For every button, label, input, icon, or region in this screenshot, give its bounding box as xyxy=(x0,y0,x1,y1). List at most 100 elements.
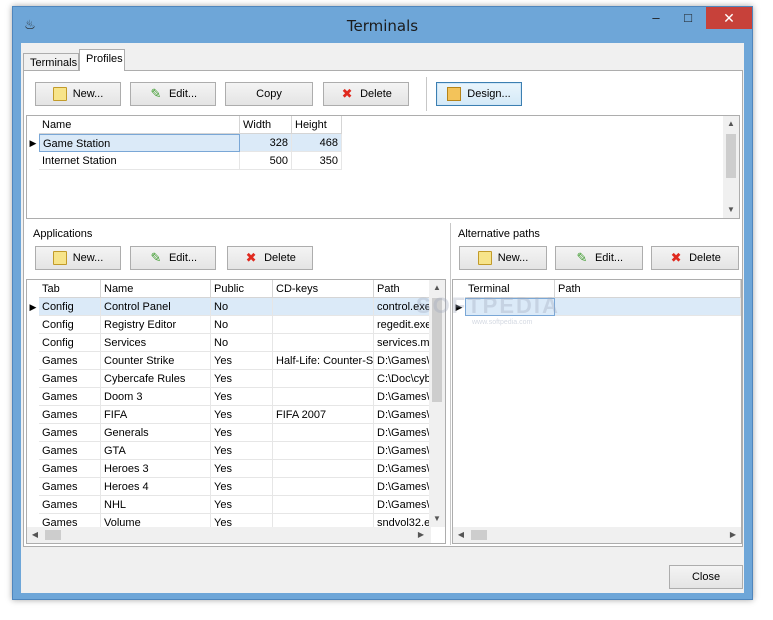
app-name-cell[interactable]: Control Panel xyxy=(101,298,211,316)
app-tab-cell[interactable]: Config xyxy=(39,298,101,316)
app-tab-cell[interactable]: Games xyxy=(39,496,101,514)
app-cd-keys-cell[interactable] xyxy=(273,442,374,460)
profile-delete-button[interactable]: ✖ Delete xyxy=(323,82,409,106)
column-header-public[interactable]: Public xyxy=(211,280,273,298)
app-name-cell[interactable]: FIFA xyxy=(101,406,211,424)
column-header-height[interactable]: Height xyxy=(292,116,342,134)
app-path-cell[interactable]: D:\Games\ xyxy=(374,496,431,514)
table-row[interactable]: Games Doom 3 Yes D:\Games\ xyxy=(27,388,431,406)
app-path-cell[interactable]: D:\Games\ xyxy=(374,460,431,478)
app-tab-cell[interactable]: Games xyxy=(39,370,101,388)
applications-grid[interactable]: Tab Name Public CD-keys Path ▶ Config Cont… xyxy=(26,279,446,544)
scroll-thumb[interactable] xyxy=(726,134,736,178)
app-tab-cell[interactable]: Config xyxy=(39,334,101,352)
app-cd-keys-cell[interactable] xyxy=(273,496,374,514)
applications-horizontal-scrollbar[interactable]: ◀ ▶ xyxy=(27,527,431,543)
app-tab-cell[interactable]: Games xyxy=(39,388,101,406)
column-header-cd-keys[interactable]: CD-keys xyxy=(273,280,374,298)
app-tab-cell[interactable]: Games xyxy=(39,442,101,460)
scroll-thumb[interactable] xyxy=(45,530,61,540)
scroll-right-icon[interactable]: ▶ xyxy=(413,527,429,543)
app-cd-keys-cell[interactable] xyxy=(273,460,374,478)
scroll-down-icon[interactable]: ▼ xyxy=(723,202,739,218)
app-tab-cell[interactable]: Games xyxy=(39,478,101,496)
scroll-up-icon[interactable]: ▲ xyxy=(723,116,739,132)
scroll-thumb[interactable] xyxy=(471,530,487,540)
app-path-cell[interactable]: C:\Doc\cyb xyxy=(374,370,431,388)
app-public-cell[interactable]: Yes xyxy=(211,388,273,406)
close-button[interactable]: Close xyxy=(669,565,743,589)
table-row[interactable]: Games Cybercafe Rules Yes C:\Doc\cyb xyxy=(27,370,431,388)
app-public-cell[interactable]: Yes xyxy=(211,406,273,424)
app-path-cell[interactable]: D:\Games\ xyxy=(374,406,431,424)
app-cd-keys-cell[interactable] xyxy=(273,316,374,334)
app-cd-keys-cell[interactable]: Half-Life: Counter-Strike xyxy=(273,352,374,370)
profile-width-cell[interactable]: 500 xyxy=(240,152,292,170)
table-row[interactable]: Internet Station 500 350 xyxy=(27,152,347,170)
app-cd-keys-cell[interactable] xyxy=(273,334,374,352)
app-name-cell[interactable]: Services xyxy=(101,334,211,352)
app-name-cell[interactable]: Registry Editor xyxy=(101,316,211,334)
profiles-grid[interactable]: Name Width Height ▶ Game Station 328 468… xyxy=(26,115,740,219)
app-path-cell[interactable]: D:\Games\ xyxy=(374,388,431,406)
profile-name-cell[interactable]: Game Station xyxy=(39,134,240,152)
table-row[interactable]: Games FIFA Yes FIFA 2007 D:\Games\ xyxy=(27,406,431,424)
table-row[interactable]: ▶ Config Control Panel No control.exe xyxy=(27,298,431,316)
app-tab-cell[interactable]: Config xyxy=(39,316,101,334)
alt-edit-button[interactable]: ✎ Edit... xyxy=(555,246,643,270)
app-cd-keys-cell[interactable]: FIFA 2007 xyxy=(273,406,374,424)
scroll-right-icon[interactable]: ▶ xyxy=(725,527,741,543)
scroll-down-icon[interactable]: ▼ xyxy=(429,511,445,527)
app-tab-cell[interactable]: Games xyxy=(39,352,101,370)
app-name-cell[interactable]: Generals xyxy=(101,424,211,442)
table-row[interactable]: Games NHL Yes D:\Games\ xyxy=(27,496,431,514)
table-row[interactable]: Games Heroes 4 Yes D:\Games\ xyxy=(27,478,431,496)
app-name-cell[interactable]: Heroes 3 xyxy=(101,460,211,478)
alternative-paths-horizontal-scrollbar[interactable]: ◀ ▶ xyxy=(453,527,741,543)
app-name-cell[interactable]: Cybercafe Rules xyxy=(101,370,211,388)
app-path-cell[interactable]: services.msc xyxy=(374,334,431,352)
app-name-cell[interactable]: NHL xyxy=(101,496,211,514)
app-public-cell[interactable]: Yes xyxy=(211,424,273,442)
table-row[interactable]: Config Registry Editor No regedit.exe xyxy=(27,316,431,334)
app-public-cell[interactable]: No xyxy=(211,334,273,352)
profile-height-cell[interactable]: 468 xyxy=(292,134,342,152)
app-path-cell[interactable]: D:\Games\ xyxy=(374,442,431,460)
app-cd-keys-cell[interactable] xyxy=(273,298,374,316)
app-public-cell[interactable]: Yes xyxy=(211,352,273,370)
close-window-button[interactable]: ✕ xyxy=(706,7,752,29)
table-row[interactable]: Games Counter Strike Yes Half-Life: Counter… xyxy=(27,352,431,370)
app-name-cell[interactable]: Heroes 4 xyxy=(101,478,211,496)
app-cd-keys-cell[interactable] xyxy=(273,478,374,496)
table-row[interactable]: ▶ Game Station 328 468 xyxy=(27,134,347,152)
app-path-cell[interactable]: D:\Games\ xyxy=(374,352,431,370)
tab-terminals[interactable]: Terminals xyxy=(23,53,79,71)
app-edit-button[interactable]: ✎ Edit... xyxy=(130,246,216,270)
profile-height-cell[interactable]: 350 xyxy=(292,152,342,170)
column-header-path[interactable]: Path xyxy=(555,280,741,298)
column-header-name[interactable]: Name xyxy=(101,280,211,298)
column-header-width[interactable]: Width xyxy=(240,116,292,134)
app-public-cell[interactable]: Yes xyxy=(211,442,273,460)
app-tab-cell[interactable]: Games xyxy=(39,424,101,442)
app-tab-cell[interactable]: Games xyxy=(39,406,101,424)
app-cd-keys-cell[interactable] xyxy=(273,424,374,442)
title-bar[interactable]: ♨ Terminals ‒ □ ✕ xyxy=(13,7,752,43)
maximize-button[interactable]: □ xyxy=(673,7,703,29)
app-public-cell[interactable]: Yes xyxy=(211,370,273,388)
profile-new-button[interactable]: New... xyxy=(35,82,121,106)
app-public-cell[interactable]: Yes xyxy=(211,460,273,478)
app-new-button[interactable]: New... xyxy=(35,246,121,270)
profile-name-cell[interactable]: Internet Station xyxy=(39,152,240,170)
profile-edit-button[interactable]: ✎ Edit... xyxy=(130,82,216,106)
app-public-cell[interactable]: No xyxy=(211,298,273,316)
scroll-left-icon[interactable]: ◀ xyxy=(453,527,469,543)
app-cd-keys-cell[interactable] xyxy=(273,370,374,388)
table-row[interactable]: ConfigServicesNo services.msc xyxy=(27,334,431,352)
table-row[interactable]: Games Heroes 3 Yes D:\Games\ xyxy=(27,460,431,478)
profile-design-button[interactable]: Design... xyxy=(436,82,522,106)
app-public-cell[interactable]: Yes xyxy=(211,478,273,496)
table-row[interactable]: Games GTA Yes D:\Games\ xyxy=(27,442,431,460)
minimize-button[interactable]: ‒ xyxy=(641,7,671,29)
alt-delete-button[interactable]: ✖ Delete xyxy=(651,246,739,270)
